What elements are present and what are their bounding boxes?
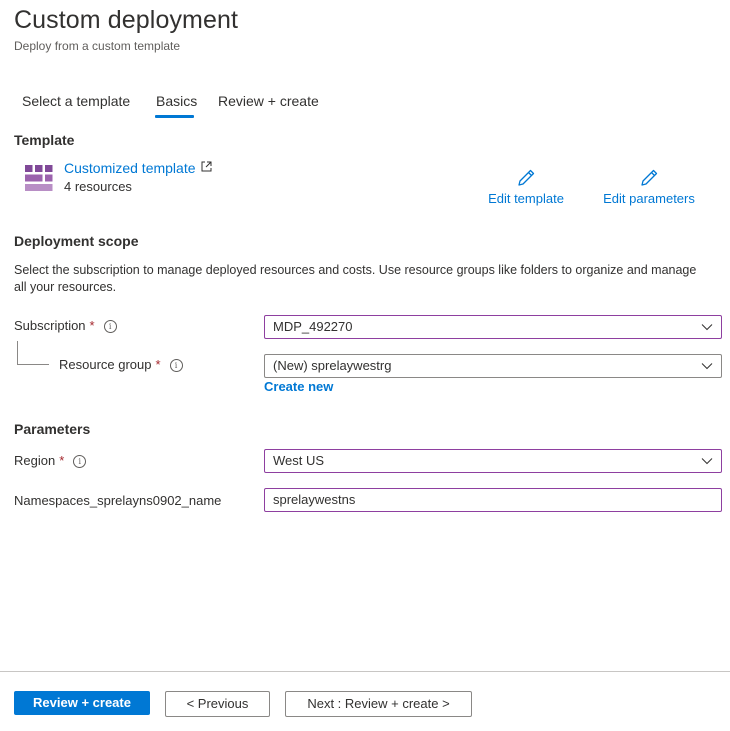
edit-template-button[interactable]: Edit template — [487, 168, 565, 206]
customized-template-link[interactable]: Customized template — [64, 160, 212, 176]
pencil-icon — [641, 169, 658, 186]
subscription-label-text: Subscription — [14, 318, 86, 333]
namespace-input[interactable]: sprelaywestns — [264, 488, 722, 512]
namespace-value: sprelaywestns — [273, 492, 356, 507]
subscription-label: Subscription * i — [14, 318, 117, 333]
resource-group-label-text: Resource group — [59, 357, 152, 372]
previous-button[interactable]: < Previous — [165, 691, 270, 717]
deployment-scope-title: Deployment scope — [14, 233, 139, 249]
region-label-text: Region — [14, 453, 56, 468]
edit-parameters-label: Edit parameters — [603, 191, 695, 206]
tree-connector — [17, 364, 49, 365]
info-icon[interactable]: i — [103, 320, 117, 333]
resource-group-dropdown[interactable]: (New) sprelaywestrg — [264, 354, 722, 378]
region-dropdown[interactable]: West US — [264, 449, 722, 473]
deployment-scope-description: Select the subscription to manage deploy… — [14, 263, 697, 294]
required-marker: * — [89, 318, 95, 333]
page-subtitle: Deploy from a custom template — [14, 39, 181, 53]
page-title: Custom deployment — [14, 6, 239, 34]
required-marker: * — [155, 357, 161, 372]
region-value: West US — [273, 453, 325, 468]
tree-connector — [17, 341, 18, 364]
subscription-value: MDP_492270 — [273, 319, 353, 334]
template-blocks-icon — [25, 165, 53, 191]
resource-group-value: (New) sprelaywestrg — [273, 358, 392, 373]
create-new-link[interactable]: Create new — [264, 379, 333, 394]
info-icon[interactable]: i — [73, 455, 87, 468]
subscription-dropdown[interactable]: MDP_492270 — [264, 315, 722, 339]
info-icon[interactable]: i — [169, 359, 183, 372]
resource-count: 4 resources — [64, 179, 132, 194]
chevron-down-icon — [701, 458, 713, 465]
customized-template-label: Customized template — [64, 160, 196, 176]
active-tab-indicator — [155, 115, 194, 118]
pencil-icon — [518, 169, 535, 186]
tab-basics[interactable]: Basics — [156, 93, 197, 109]
tab-select-a-template[interactable]: Select a template — [22, 93, 130, 109]
edit-parameters-button[interactable]: Edit parameters — [603, 168, 695, 206]
chevron-down-icon — [701, 363, 713, 370]
template-section-title: Template — [14, 132, 75, 148]
chevron-down-icon — [701, 324, 713, 331]
edit-template-label: Edit template — [488, 191, 564, 206]
resource-group-label: Resource group * i — [59, 357, 183, 372]
required-marker: * — [59, 453, 65, 468]
parameters-title: Parameters — [14, 421, 91, 437]
region-label: Region * i — [14, 453, 87, 468]
next-button[interactable]: Next : Review + create > — [285, 691, 472, 717]
external-link-icon — [201, 161, 212, 172]
footer-divider — [0, 671, 730, 672]
tab-review-create[interactable]: Review + create — [218, 93, 319, 109]
review-create-button[interactable]: Review + create — [14, 691, 150, 715]
namespace-label: Namespaces_sprelayns0902_name — [14, 493, 222, 508]
